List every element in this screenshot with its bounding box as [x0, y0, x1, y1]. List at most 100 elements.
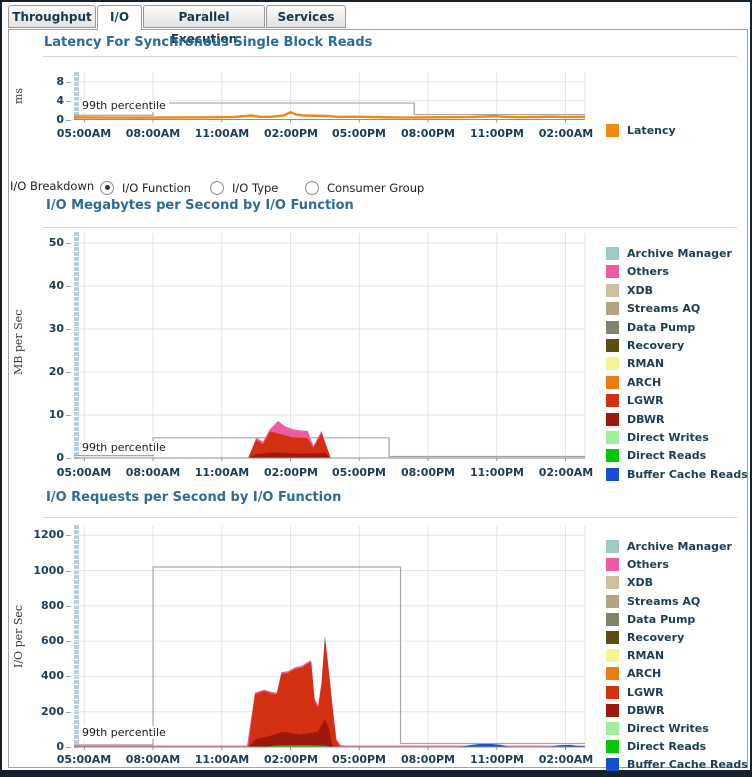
legend-label: DBWR: [627, 704, 665, 717]
section-rule: [43, 517, 737, 518]
legend-label: Direct Reads: [627, 449, 706, 462]
chart-title-mb-per-sec: I/O Megabytes per Second by I/O Function: [46, 198, 354, 213]
radio-label: Consumer Group: [327, 181, 424, 195]
y-tick-label: 400: [28, 669, 64, 682]
legend-swatch: [606, 357, 619, 370]
radio-label: I/O Type: [232, 181, 278, 195]
y-tick-mark: [66, 676, 71, 677]
y-tick-label: 4: [28, 94, 64, 107]
chart-plot: [74, 523, 587, 755]
tab-throughput[interactable]: Throughput: [8, 5, 96, 28]
x-tick-label: 08:00AM: [120, 466, 186, 479]
legend-swatch: [606, 302, 619, 315]
y-tick-label: 1000: [28, 564, 64, 577]
chart-title-io-requests: I/O Requests per Second by I/O Function: [46, 490, 341, 505]
x-tick-label: 11:00AM: [189, 127, 255, 140]
y-tick-mark: [66, 641, 71, 642]
legend-label: RMAN: [627, 357, 664, 370]
legend-swatch: [606, 376, 619, 389]
y-tick-mark: [66, 712, 71, 713]
x-tick-label: 05:00PM: [326, 127, 392, 140]
legend-label: Streams AQ: [627, 302, 700, 315]
x-tick-label: 08:00PM: [395, 127, 461, 140]
y-tick-label: 200: [28, 705, 64, 718]
legend-label: Data Pump: [627, 321, 695, 334]
chart-title-latency: Latency For Synchronous Single Block Rea…: [44, 35, 372, 50]
x-tick-label: 05:00PM: [326, 466, 392, 479]
y-tick-mark: [66, 120, 71, 121]
y-tick-label: 40: [28, 279, 64, 292]
x-tick-label: 08:00PM: [395, 466, 461, 479]
legend-label: Streams AQ: [627, 595, 700, 608]
legend-swatch: [606, 449, 619, 462]
legend-swatch: [606, 576, 619, 589]
legend-swatch: [606, 667, 619, 680]
legend-swatch: [606, 631, 619, 644]
legend-swatch: [606, 124, 619, 137]
legend-label: LGWR: [627, 394, 664, 407]
chart-plot: [74, 230, 587, 464]
legend-swatch: [606, 558, 619, 571]
legend-label: ARCH: [627, 376, 661, 389]
legend-swatch: [606, 321, 619, 334]
legend-swatch: [606, 740, 619, 753]
radio-io-type[interactable]: I/O Type: [210, 177, 278, 196]
chart-plot: [74, 70, 587, 124]
y-tick-label: 0: [28, 740, 64, 753]
section-rule: [43, 227, 737, 228]
percentile-label: 99th percentile: [79, 99, 169, 112]
y-tick-mark: [66, 415, 71, 416]
legend-label: Buffer Cache Reads: [627, 468, 748, 481]
window-border-bottom: [0, 770, 752, 777]
legend-label: Recovery: [627, 339, 684, 352]
y-axis-label-mb: MB per Sec: [12, 310, 25, 375]
tab-io[interactable]: I/O: [97, 5, 142, 30]
x-tick-label: 05:00AM: [51, 466, 117, 479]
radio-io-function[interactable]: I/O Function: [100, 177, 191, 196]
legend-label: XDB: [627, 576, 653, 589]
radio-label: I/O Function: [122, 181, 191, 195]
legend-swatch: [606, 722, 619, 735]
legend-swatch: [606, 613, 619, 626]
radio-icon: [305, 181, 319, 195]
x-tick-label: 05:00AM: [51, 127, 117, 140]
x-tick-label: 02:00AM: [533, 466, 599, 479]
legend-swatch: [606, 394, 619, 407]
x-tick-label: 02:00AM: [533, 127, 599, 140]
percentile-label: 99th percentile: [79, 441, 169, 454]
x-tick-label: 08:00AM: [120, 127, 186, 140]
percentile-label: 99th percentile: [79, 726, 169, 739]
legend-label: Direct Reads: [627, 740, 706, 753]
tab-services[interactable]: Services: [266, 5, 346, 28]
y-tick-label: 800: [28, 599, 64, 612]
x-tick-label: 02:00PM: [258, 466, 324, 479]
legend-label: Data Pump: [627, 613, 695, 626]
legend-label: ARCH: [627, 667, 661, 680]
y-tick-mark: [66, 372, 71, 373]
legend-label: DBWR: [627, 413, 665, 426]
y-tick-mark: [66, 82, 71, 83]
y-tick-label: 600: [28, 634, 64, 647]
y-tick-label: 50: [28, 236, 64, 249]
y-tick-mark: [66, 747, 71, 748]
legend-swatch: [606, 686, 619, 699]
y-tick-mark: [66, 329, 71, 330]
radio-consumer-group[interactable]: Consumer Group: [305, 177, 424, 196]
legend-swatch: [606, 649, 619, 662]
y-axis-label-ms: ms: [12, 88, 25, 104]
legend-label: RMAN: [627, 649, 664, 662]
legend-label: Buffer Cache Reads: [627, 758, 748, 771]
y-tick-label: 20: [28, 365, 64, 378]
legend-swatch: [606, 431, 619, 444]
legend-swatch: [606, 284, 619, 297]
legend-swatch: [606, 704, 619, 717]
legend-swatch: [606, 595, 619, 608]
y-axis-label-iops: I/O per Sec: [12, 605, 25, 668]
tab-parallel-execution[interactable]: Parallel Execution: [143, 5, 265, 28]
legend-label: Latency: [627, 124, 676, 137]
y-tick-label: 30: [28, 322, 64, 335]
legend-swatch: [606, 468, 619, 481]
legend-label: XDB: [627, 284, 653, 297]
io-breakdown-label: I/O Breakdown: [10, 179, 94, 193]
legend-label: Others: [627, 558, 669, 571]
